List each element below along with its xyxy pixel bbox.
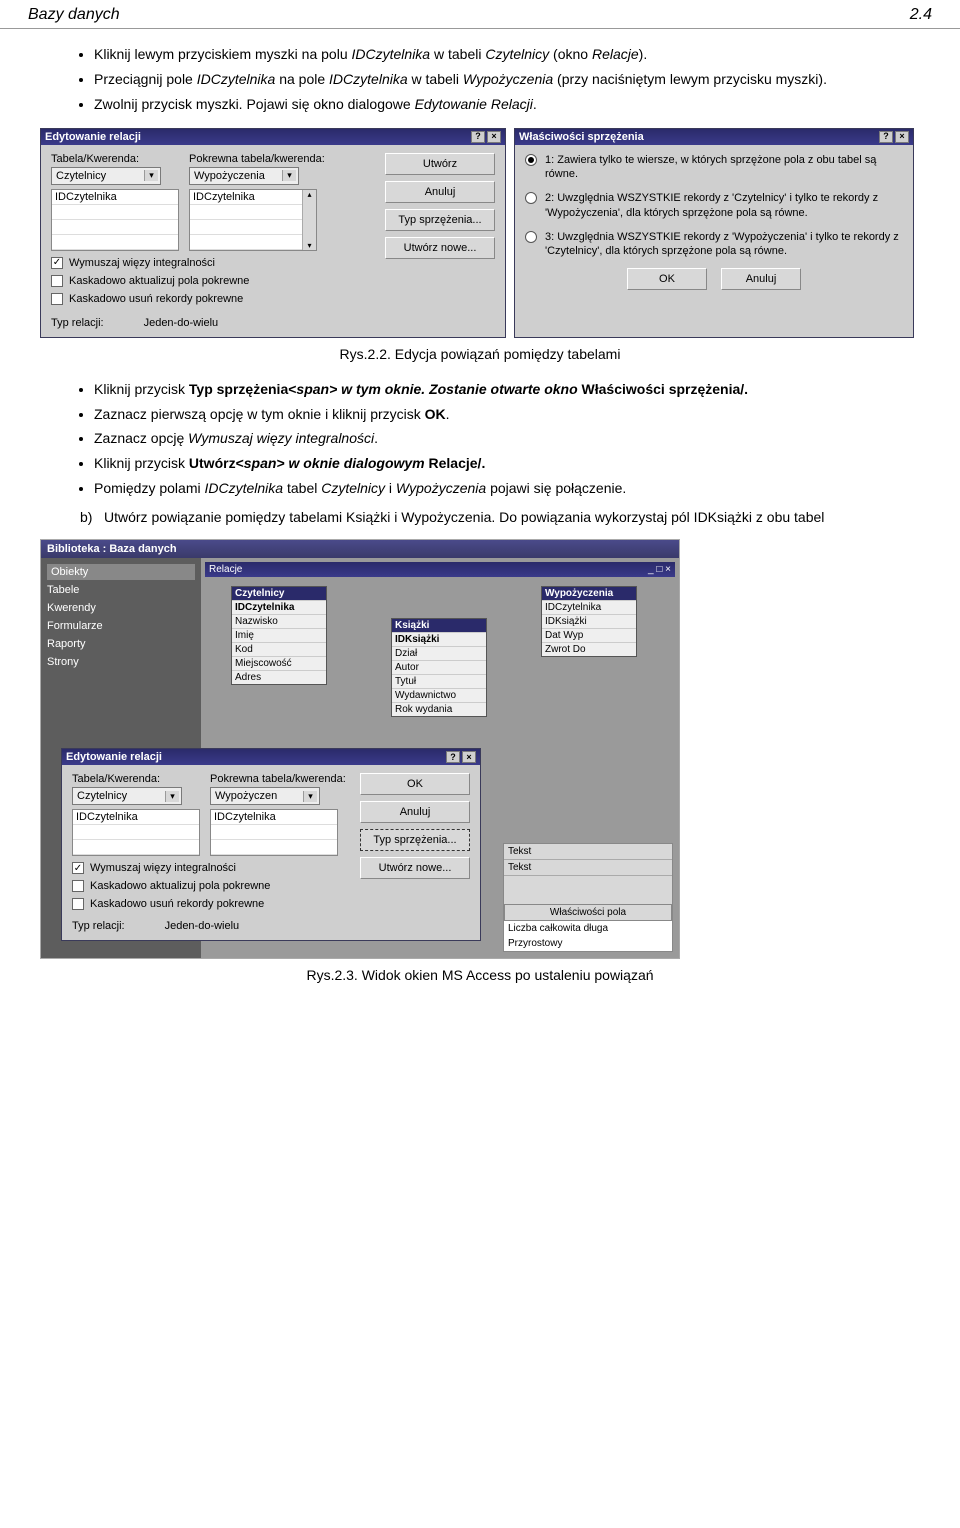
figure-1-caption: Rys.2.2. Edycja powiązań pomiędzy tabela… — [40, 346, 920, 362]
figure-2-access-windows: Biblioteka : Baza danych Obiekty Tabele … — [40, 539, 680, 959]
chk-cascade-delete-2[interactable]: Kaskadowo usuń rekordy pokrewne — [72, 898, 350, 910]
side-raporty[interactable]: Raporty — [47, 638, 195, 650]
bullet-list-1: Kliknij lewym przyciskiem myszki na polu… — [40, 45, 920, 114]
close-icon[interactable]: × — [487, 131, 501, 143]
bullet-item: Kliknij przycisk Typ sprzężenia<span> w … — [94, 380, 920, 399]
close-icon[interactable]: × — [895, 131, 909, 143]
relation-type-value: Jeden-do-wielu — [144, 317, 219, 329]
header-title: Bazy danych — [28, 6, 120, 24]
label-table: Tabela/Kwerenda: — [51, 153, 179, 165]
cancel-button[interactable]: Anuluj — [385, 181, 495, 203]
bullet-item: Kliknij przycisk Utwórz<span> w oknie di… — [94, 454, 920, 473]
dialog2-titlebar: Właściwości sprzężenia ? × — [515, 129, 913, 145]
main-content: Kliknij lewym przyciskiem myszki na polu… — [0, 29, 960, 1021]
dialog1-titlebar: Edytowanie relacji ? × — [41, 129, 505, 145]
create-button[interactable]: Utwórz — [385, 153, 495, 175]
section-b: b)Utwórz powiązanie pomiędzy tabelami Ks… — [40, 508, 920, 527]
dialog2-title: Właściwości sprzężenia — [519, 131, 644, 143]
chk-cascade-update-2[interactable]: Kaskadowo aktualizuj pola pokrewne — [72, 880, 350, 892]
dialog1-title: Edytowanie relacji — [45, 131, 141, 143]
scroll-down-icon[interactable]: ▾ — [303, 241, 316, 250]
side-kwerendy[interactable]: Kwerendy — [47, 602, 195, 614]
dialog-edit-relation-overlay: Edytowanie relacji ?× Tabela/Kwerenda: C… — [61, 748, 481, 941]
chevron-down-icon[interactable]: ▾ — [282, 170, 296, 181]
figure-2-caption: Rys.2.3. Widok okien MS Access po ustale… — [40, 967, 920, 983]
prop-long-int: Liczba całkowita długa — [504, 921, 672, 936]
side-obiekty: Obiekty — [47, 564, 195, 580]
join-type-button[interactable]: Typ sprzężenia... — [360, 829, 470, 851]
chk-integrity[interactable]: ✓Wymuszaj więzy integralności — [51, 257, 375, 269]
close-icon[interactable]: × — [462, 751, 476, 763]
prop-increment: Przyrostowy — [504, 936, 672, 951]
combo-table-left[interactable]: Czytelnicy▾ — [51, 167, 161, 185]
db-window-title: Biblioteka : Baza danych — [47, 543, 177, 555]
radio-option-3[interactable]: 3: Uwzględnia WSZYSTKIE rekordy z 'Wypoż… — [525, 230, 903, 259]
table-czytelnicy[interactable]: Czytelnicy IDCzytelnika Nazwisko Imię Ko… — [231, 586, 327, 685]
chk-integrity-2[interactable]: ✓Wymuszaj więzy integralności — [72, 862, 350, 874]
side-tabele[interactable]: Tabele — [47, 584, 195, 596]
help-icon[interactable]: ? — [446, 751, 460, 763]
combo-table-left-2[interactable]: Czytelnicy▾ — [72, 787, 182, 805]
bullet-item: Pomiędzy polami IDCzytelnika tabel Czyte… — [94, 479, 920, 498]
bullet-item: Zaznacz opcję Wymuszaj więzy integralnoś… — [94, 429, 920, 448]
radio-option-2[interactable]: 2: Uwzględnia WSZYSTKIE rekordy z 'Czyte… — [525, 191, 903, 220]
field-list-left: IDCzytelnika — [51, 189, 179, 251]
field-properties-title: Właściwości pola — [504, 904, 672, 921]
bullet-list-2: Kliknij przycisk Typ sprzężenia<span> w … — [40, 380, 920, 498]
bullet-item: Zaznacz pierwszą opcję w tym oknie i kli… — [94, 405, 920, 424]
page-header: Bazy danych 2.4 — [0, 0, 960, 29]
table-ksiazki[interactable]: Książki IDKsiążki Dział Autor Tytuł Wyda… — [391, 618, 487, 717]
dialog-join-properties: Właściwości sprzężenia ? × 1: Zawiera ty… — [514, 128, 914, 338]
relationships-window: Relacje _ □ × Czytelnicy IDCzytelnika Na… — [201, 558, 679, 958]
tekst-row-1: Tekst — [504, 844, 672, 860]
help-icon[interactable]: ? — [471, 131, 485, 143]
overlay-dialog-title: Edytowanie relacji — [66, 751, 162, 763]
side-formularze[interactable]: Formularze — [47, 620, 195, 632]
header-page: 2.4 — [910, 6, 932, 24]
chk-cascade-delete[interactable]: Kaskadowo usuń rekordy pokrewne — [51, 293, 375, 305]
radio-option-1[interactable]: 1: Zawiera tylko te wiersze, w których s… — [525, 153, 903, 182]
field-right-1[interactable]: IDCzytelnika — [190, 190, 302, 205]
relation-type-label: Typ relacji: — [51, 317, 104, 329]
chk-cascade-update[interactable]: Kaskadowo aktualizuj pola pokrewne — [51, 275, 375, 287]
cancel-button[interactable]: Anuluj — [721, 268, 801, 290]
help-icon[interactable]: ? — [879, 131, 893, 143]
label-related-table: Pokrewna tabela/kwerenda: — [189, 153, 325, 165]
dialog-edit-relation: Edytowanie relacji ? × Tabela/Kwerenda: … — [40, 128, 506, 338]
field-left-1[interactable]: IDCzytelnika — [52, 190, 178, 205]
tekst-row-2: Tekst — [504, 860, 672, 876]
combo-table-right-2[interactable]: Wypożyczen▾ — [210, 787, 320, 805]
field-list-right: IDCzytelnika ▴ ▾ — [189, 189, 317, 251]
table-wypozyczenia[interactable]: Wypożyczenia IDCzytelnika IDKsiążki Dat … — [541, 586, 637, 657]
ok-button[interactable]: OK — [627, 268, 707, 290]
side-strony[interactable]: Strony — [47, 656, 195, 668]
join-type-button[interactable]: Typ sprzężenia... — [385, 209, 495, 231]
chevron-down-icon[interactable]: ▾ — [144, 170, 158, 181]
ok-button[interactable]: OK — [360, 773, 470, 795]
bullet-1: Kliknij lewym przyciskiem myszki na polu… — [94, 45, 920, 64]
bullet-3: Zwolnij przycisk myszki. Pojawi się okno… — [94, 95, 920, 114]
cancel-button[interactable]: Anuluj — [360, 801, 470, 823]
scroll-up-icon[interactable]: ▴ — [303, 190, 316, 199]
bullet-2: Przeciągnij pole IDCzytelnika na pole ID… — [94, 70, 920, 89]
create-new-button[interactable]: Utwórz nowe... — [360, 857, 470, 879]
figure-1-row: Edytowanie relacji ? × Tabela/Kwerenda: … — [40, 128, 920, 338]
create-new-button[interactable]: Utwórz nowe... — [385, 237, 495, 259]
rel-window-title: Relacje — [209, 564, 242, 575]
combo-table-right[interactable]: Wypożyczenia▾ — [189, 167, 299, 185]
